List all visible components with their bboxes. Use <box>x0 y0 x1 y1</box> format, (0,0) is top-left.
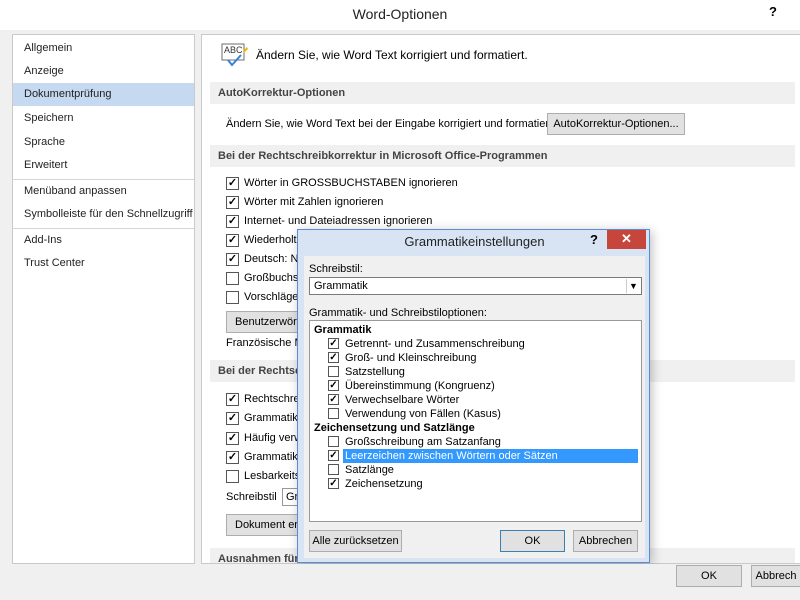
dialog-body: Schreibstil: Grammatik ▼ Grammatik- und … <box>304 256 645 558</box>
group-heading-grammatik: Grammatik <box>314 324 372 336</box>
checkbox[interactable]: ✓ <box>226 234 239 247</box>
option-label: Rechtschrei <box>244 393 303 405</box>
checkbox[interactable]: ✓ <box>226 412 239 425</box>
checkbox[interactable] <box>226 291 239 304</box>
option-label: Deutsch: Ne <box>244 253 305 265</box>
recheck-document-button[interactable]: Dokument er <box>226 514 306 536</box>
reset-all-button[interactable]: Alle zurücksetzen <box>309 530 402 552</box>
sidebar-item-symbolleiste[interactable]: Symbolleiste für den Schnellzugriff <box>13 203 194 226</box>
dialog-ok-button[interactable]: OK <box>500 530 565 552</box>
autocorrect-text: Ändern Sie, wie Word Text bei der Eingab… <box>226 118 556 130</box>
option-label: Wörter mit Zahlen ignorieren <box>244 196 384 208</box>
dialog-close-button[interactable]: ✕ <box>607 230 646 249</box>
dialog-options-label: Grammatik- und Schreibstiloptionen: <box>309 307 487 319</box>
ok-button[interactable]: OK <box>676 565 742 587</box>
dialog-style-select[interactable]: Grammatik ▼ <box>309 277 642 295</box>
cancel-button[interactable]: Abbrech <box>751 565 800 587</box>
checkbox[interactable] <box>328 464 339 475</box>
checkbox[interactable]: ✓ <box>226 196 239 209</box>
list-item[interactable]: ✓ Übereinstimmung (Kongruenz) <box>328 379 638 393</box>
abc-spelling-icon: ABC <box>221 43 249 67</box>
sidebar-item-trustcenter[interactable]: Trust Center <box>13 252 194 275</box>
option-label: Internet- und Dateiadressen ignorieren <box>244 215 433 227</box>
option-label: Wörter in GROSSBUCHSTABEN ignorieren <box>244 177 458 189</box>
group-heading-zeichensetzung: Zeichensetzung und Satzlänge <box>314 422 475 434</box>
list-item[interactable]: Verwendung von Fällen (Kasus) <box>328 407 638 421</box>
option-label: Großbuchst <box>244 272 302 284</box>
sidebar-item-menueband[interactable]: Menüband anpassen <box>13 180 194 203</box>
checkbox[interactable] <box>328 366 339 377</box>
list-item[interactable]: Großschreibung am Satzanfang <box>328 435 638 449</box>
list-item[interactable]: ✓ Zeichensetzung <box>328 477 638 491</box>
list-item-label: Satzlänge <box>345 464 394 476</box>
sidebar: Allgemein Anzeige Dokumentprüfung Speich… <box>12 34 195 564</box>
checkbox[interactable] <box>226 272 239 285</box>
list-item[interactable]: ✓ Getrennt- und Zusammenschreibung <box>328 337 638 351</box>
list-item[interactable]: ✓ Groß- und Kleinschreibung <box>328 351 638 365</box>
checkbox[interactable] <box>226 470 239 483</box>
list-item-label: Leerzeichen zwischen Wörtern oder Sätzen <box>343 449 638 463</box>
checkbox[interactable]: ✓ <box>328 352 339 363</box>
grammar-settings-dialog: Grammatikeinstellungen ? ✕ Schreibstil: … <box>297 229 650 563</box>
list-item-label: Verwendung von Fällen (Kasus) <box>345 408 501 420</box>
option-label: Grammatikf <box>244 412 301 424</box>
sidebar-item-erweitert[interactable]: Erweitert <box>13 154 194 177</box>
option-label: Häufig verw <box>244 432 303 444</box>
checkbox[interactable]: ✓ <box>226 432 239 445</box>
dialog-help-button[interactable]: ? <box>585 232 603 247</box>
dialog-style-value: Grammatik <box>314 280 368 292</box>
checkbox[interactable]: ✓ <box>226 177 239 190</box>
option-label: Lesbarkeits <box>244 470 301 482</box>
dialog-cancel-button[interactable]: Abbrechen <box>573 530 638 552</box>
checkbox[interactable]: ✓ <box>328 394 339 405</box>
list-item[interactable]: Satzlänge <box>328 463 638 477</box>
list-item-label: Übereinstimmung (Kongruenz) <box>345 380 495 392</box>
page-intro: Ändern Sie, wie Word Text korrigiert und… <box>256 48 528 62</box>
sidebar-item-sprache[interactable]: Sprache <box>13 131 194 154</box>
sidebar-item-allgemein[interactable]: Allgemein <box>13 37 194 60</box>
abc-icon-text: ABC <box>224 45 243 55</box>
option-label: Wiederholte <box>244 234 303 246</box>
checkbox[interactable]: ✓ <box>328 380 339 391</box>
checkbox[interactable]: ✓ <box>328 338 339 349</box>
list-item-label: Groß- und Kleinschreibung <box>345 352 477 364</box>
list-item-label: Verwechselbare Wörter <box>345 394 460 406</box>
sidebar-item-addins[interactable]: Add-Ins <box>13 229 194 252</box>
sidebar-item-anzeige[interactable]: Anzeige <box>13 60 194 83</box>
checkbox[interactable]: ✓ <box>226 393 239 406</box>
grammar-options-list[interactable]: Grammatik ✓ Getrennt- und Zusammenschreib… <box>309 320 642 522</box>
office-spelling-heading: Bei der Rechtschreibkorrektur in Microso… <box>210 145 795 167</box>
list-item-label: Getrennt- und Zusammenschreibung <box>345 338 525 350</box>
list-item[interactable]: ✓ Verwechselbare Wörter <box>328 393 638 407</box>
window-title: Word-Optionen <box>352 6 448 22</box>
title-bar: Word-Optionen ? <box>0 0 800 30</box>
checkbox[interactable]: ✓ <box>226 451 239 464</box>
list-item[interactable]: Satzstellung <box>328 365 638 379</box>
checkbox[interactable] <box>328 408 339 419</box>
sidebar-item-dokumentpruefung[interactable]: Dokumentprüfung <box>13 83 194 106</box>
dialog-style-label: Schreibstil: <box>309 263 363 275</box>
checkbox[interactable] <box>328 436 339 447</box>
option-label: Vorschläge <box>244 291 299 303</box>
french-modes-label: Französische M <box>226 337 304 349</box>
chevron-down-icon[interactable]: ▼ <box>626 279 640 293</box>
checkbox[interactable]: ✓ <box>226 253 239 266</box>
sidebar-item-speichern[interactable]: Speichern <box>13 107 194 130</box>
list-item-label: Satzstellung <box>345 366 405 378</box>
autocorrect-options-button[interactable]: AutoKorrektur-Optionen... <box>547 113 685 135</box>
checkbox[interactable]: ✓ <box>328 450 339 461</box>
footer-bar: OK Abbrech <box>0 564 800 600</box>
list-item-label: Zeichensetzung <box>345 478 423 490</box>
list-item-label: Großschreibung am Satzanfang <box>345 436 501 448</box>
list-item-selected[interactable]: ✓ Leerzeichen zwischen Wörtern oder Sätze… <box>328 449 638 463</box>
option-label: Grammatik <box>244 451 298 463</box>
checkbox[interactable]: ✓ <box>328 478 339 489</box>
help-button[interactable]: ? <box>762 2 784 22</box>
checkbox[interactable]: ✓ <box>226 215 239 228</box>
autocorrect-heading: AutoKorrektur-Optionen <box>210 82 795 104</box>
custom-dictionaries-button[interactable]: Benutzerwört <box>226 311 306 333</box>
writing-style-label: Schreibstil <box>226 491 277 503</box>
